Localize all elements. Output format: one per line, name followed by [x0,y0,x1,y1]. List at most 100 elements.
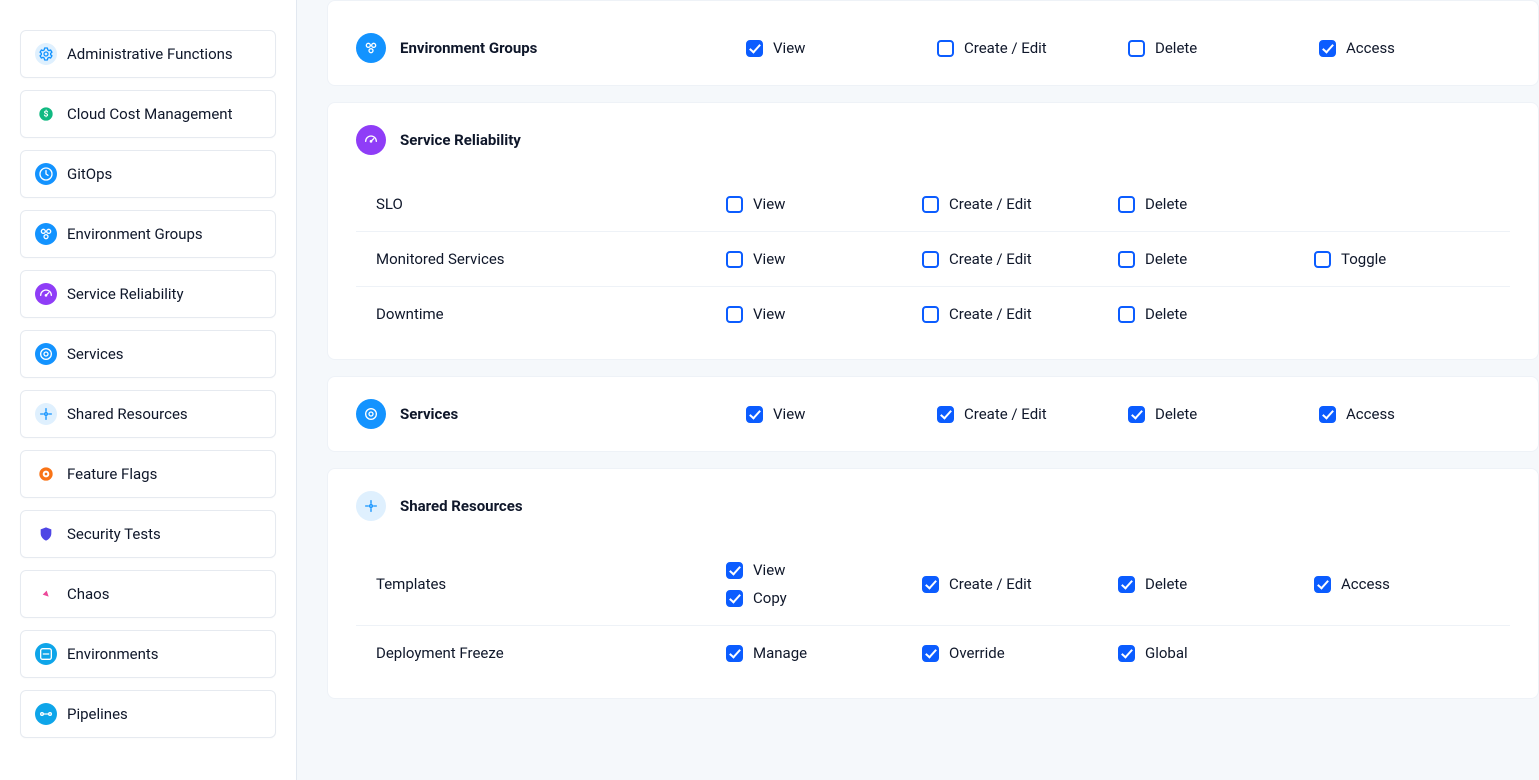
checkbox-services-access[interactable] [1319,406,1336,423]
checkbox-env-groups-view[interactable] [746,40,763,57]
service-icon [356,399,386,429]
checkbox-service-reliability-create_edit[interactable] [922,306,939,323]
service-icon [35,343,57,365]
perm-label: Delete [1155,405,1197,423]
perm-label: View [773,39,805,57]
checkbox-shared-resources-global[interactable] [1118,645,1135,662]
permission-row: SLOViewCreate / EditDelete [356,177,1510,231]
perm-label: View [753,305,785,323]
perm-label: Toggle [1341,250,1386,268]
checkbox-service-reliability-view[interactable] [726,251,743,268]
resource-icon [356,491,386,521]
chaos-icon [35,583,57,605]
sidebar-item-label: Administrative Functions [67,45,233,63]
checkbox-service-reliability-delete[interactable] [1118,251,1135,268]
section-header: Service Reliability [328,103,1538,177]
section-shared-resources: Shared ResourcesTemplatesViewCopyCreate … [327,468,1539,699]
checkbox-shared-resources-copy[interactable] [726,590,743,607]
permission-row: Monitored ServicesViewCreate / EditDelet… [356,231,1510,286]
perm-label: Create / Edit [949,575,1032,593]
sidebar-item-label: Environments [67,645,159,663]
sidebar-item-chaos[interactable]: Chaos [20,570,276,618]
sidebar-item-label: Security Tests [67,525,161,543]
section-env-groups: Environment Groups View Create / Edit Delet… [327,0,1539,86]
sidebar-item-label: Shared Resources [67,405,188,423]
sidebar-item-security-tests[interactable]: Security Tests [20,510,276,558]
sidebar-item-services[interactable]: Services [20,330,276,378]
checkbox-shared-resources-create_edit[interactable] [922,576,939,593]
shield-icon [35,523,57,545]
sidebar-item-label: Chaos [67,585,109,603]
checkbox-env-groups-access[interactable] [1319,40,1336,57]
checkbox-services-view[interactable] [746,406,763,423]
section-title: Services [400,405,458,423]
perm-label: Access [1341,575,1390,593]
sidebar-item-feature-flags[interactable]: Feature Flags [20,450,276,498]
deploy-icon [35,163,57,185]
sidebar-item-environments[interactable]: Environments [20,630,276,678]
perm-label: Create / Edit [949,250,1032,268]
checkbox-shared-resources-access[interactable] [1314,576,1331,593]
sidebar-item-label: Feature Flags [67,465,157,483]
perm-label: View [753,250,785,268]
envgroup-icon [356,33,386,63]
permission-row: TemplatesViewCopyCreate / EditDeleteAcce… [356,543,1510,625]
checkbox-service-reliability-view[interactable] [726,306,743,323]
sidebar-item-label: Service Reliability [67,285,184,303]
row-title: Templates [356,575,726,593]
gauge-icon [35,283,57,305]
perm-label: Delete [1145,305,1187,323]
perm-label: Create / Edit [949,305,1032,323]
sidebar-item-service-reliability[interactable]: Service Reliability [20,270,276,318]
section-title: Service Reliability [400,131,521,149]
sidebar-item-label: GitOps [67,165,112,183]
checkbox-services-delete[interactable] [1128,406,1145,423]
checkbox-service-reliability-create_edit[interactable] [922,196,939,213]
checkbox-service-reliability-view[interactable] [726,196,743,213]
perm-label: Create / Edit [949,195,1032,213]
checkbox-env-groups-create_edit[interactable] [937,40,954,57]
sidebar-item-label: Services [67,345,124,363]
checkbox-service-reliability-delete[interactable] [1118,196,1135,213]
section-header-row: Environment Groups View Create / Edit Delet… [328,11,1538,85]
perm-label: Override [949,644,1005,662]
sidebar-item-administrative-functions[interactable]: Administrative Functions [20,30,276,78]
perm-label: View [753,195,785,213]
perm-label: Create / Edit [964,39,1047,57]
sidebar-item-shared-resources[interactable]: Shared Resources [20,390,276,438]
checkbox-shared-resources-delete[interactable] [1118,576,1135,593]
pipeline-icon [35,703,57,725]
section-service-reliability: Service Reliability SLO View Create / Edit D… [327,102,1539,360]
gear-icon [35,43,57,65]
gauge-icon [356,125,386,155]
perm-label: View [773,405,805,423]
section-header-row: ServicesViewCreate / EditDeleteAccess [328,377,1538,451]
svg-text:$: $ [44,109,49,120]
perm-label: Manage [753,644,807,662]
envgroup-icon [35,223,57,245]
section-title: Environment Groups [400,39,537,57]
section-header: Shared Resources [328,469,1538,543]
sidebar-item-label: Cloud Cost Management [67,105,232,123]
checkbox-shared-resources-manage[interactable] [726,645,743,662]
sidebar-item-label: Environment Groups [67,225,203,243]
sidebar-item-gitops[interactable]: GitOps [20,150,276,198]
sidebar-item-cloud-cost-management[interactable]: $ Cloud Cost Management [20,90,276,138]
perm-label: Delete [1155,39,1197,57]
checkbox-service-reliability-delete[interactable] [1118,306,1135,323]
section-title: Shared Resources [400,497,523,515]
row-title: Downtime [356,305,726,323]
row-title: SLO [356,195,726,213]
checkbox-service-reliability-create_edit[interactable] [922,251,939,268]
perm-label: View [753,561,785,579]
perm-label: Delete [1145,575,1187,593]
checkbox-shared-resources-view[interactable] [726,562,743,579]
main-content: Environment Groups View Create / Edit Delet… [297,0,1539,780]
sidebar-item-pipelines[interactable]: Pipelines [20,690,276,738]
permission-row: Deployment FreezeManageOverrideGlobal [356,625,1510,680]
checkbox-shared-resources-override[interactable] [922,645,939,662]
checkbox-env-groups-delete[interactable] [1128,40,1145,57]
checkbox-service-reliability-toggle[interactable] [1314,251,1331,268]
sidebar-item-environment-groups[interactable]: Environment Groups [20,210,276,258]
checkbox-services-create_edit[interactable] [937,406,954,423]
